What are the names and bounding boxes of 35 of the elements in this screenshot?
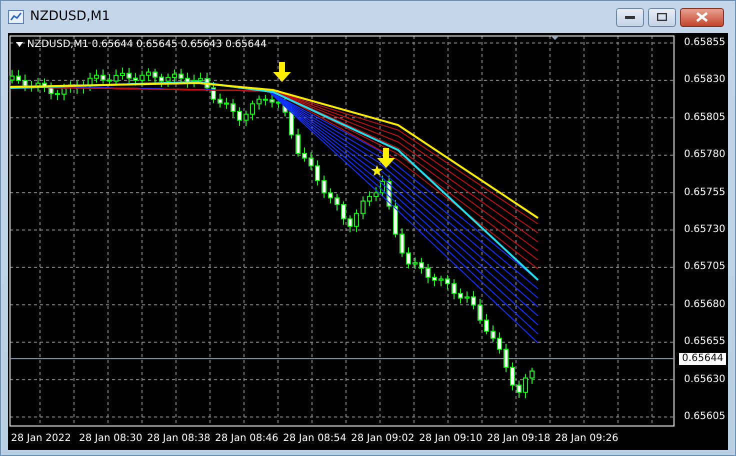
time-axis-label: 28 Jan 2022 [11, 432, 71, 446]
price-axis-label: 0.65655 [684, 337, 726, 348]
chart-window-icon [8, 10, 24, 24]
price-axis-label: 0.65780 [684, 150, 726, 160]
price-axis-label: 0.65605 [684, 412, 726, 422]
current-price-label: 0.65644 [679, 352, 726, 365]
price-axis-label: 0.65755 [684, 188, 726, 198]
time-axis-label: 28 Jan 08:46 [215, 432, 278, 446]
dropdown-triangle-icon[interactable] [16, 42, 23, 47]
close-icon [696, 12, 708, 22]
minimize-icon [625, 15, 635, 19]
price-axis-label: 0.65705 [684, 262, 726, 272]
price-axis-label: 0.65855 [684, 38, 726, 48]
price-axis-label: 0.65805 [684, 112, 726, 123]
maximize-icon [657, 13, 667, 21]
star-icon [371, 165, 383, 176]
minimize-button[interactable] [616, 8, 644, 26]
chart-shift-marker-icon [551, 36, 559, 40]
maximize-button[interactable] [648, 8, 676, 26]
price-axis-label: 0.65730 [684, 225, 726, 235]
down-arrow-icon [377, 148, 395, 168]
time-axis-label: 28 Jan 08:30 [79, 432, 142, 446]
close-button[interactable] [680, 8, 724, 26]
time-axis-label: 28 Jan 08:38 [147, 432, 210, 446]
time-axis-label: 28 Jan 09:02 [351, 432, 414, 446]
time-axis-label: 28 Jan 08:54 [283, 432, 346, 446]
time-axis-label: 28 Jan 09:10 [419, 432, 482, 446]
chart-legend: NZDUSD,M1 0.65644 0.65645 0.65643 0.65644 [27, 37, 267, 52]
down-arrow-icon [273, 62, 291, 82]
time-axis-label: 28 Jan 09:18 [487, 432, 550, 446]
price-axis-label: 0.65630 [684, 374, 726, 385]
window-title: NZDUSD,M1 [30, 8, 110, 26]
price-axis-label: 0.65680 [684, 300, 726, 310]
time-axis-label: 28 Jan 09:26 [555, 432, 618, 446]
price-axis-label: 0.65830 [684, 75, 726, 86]
